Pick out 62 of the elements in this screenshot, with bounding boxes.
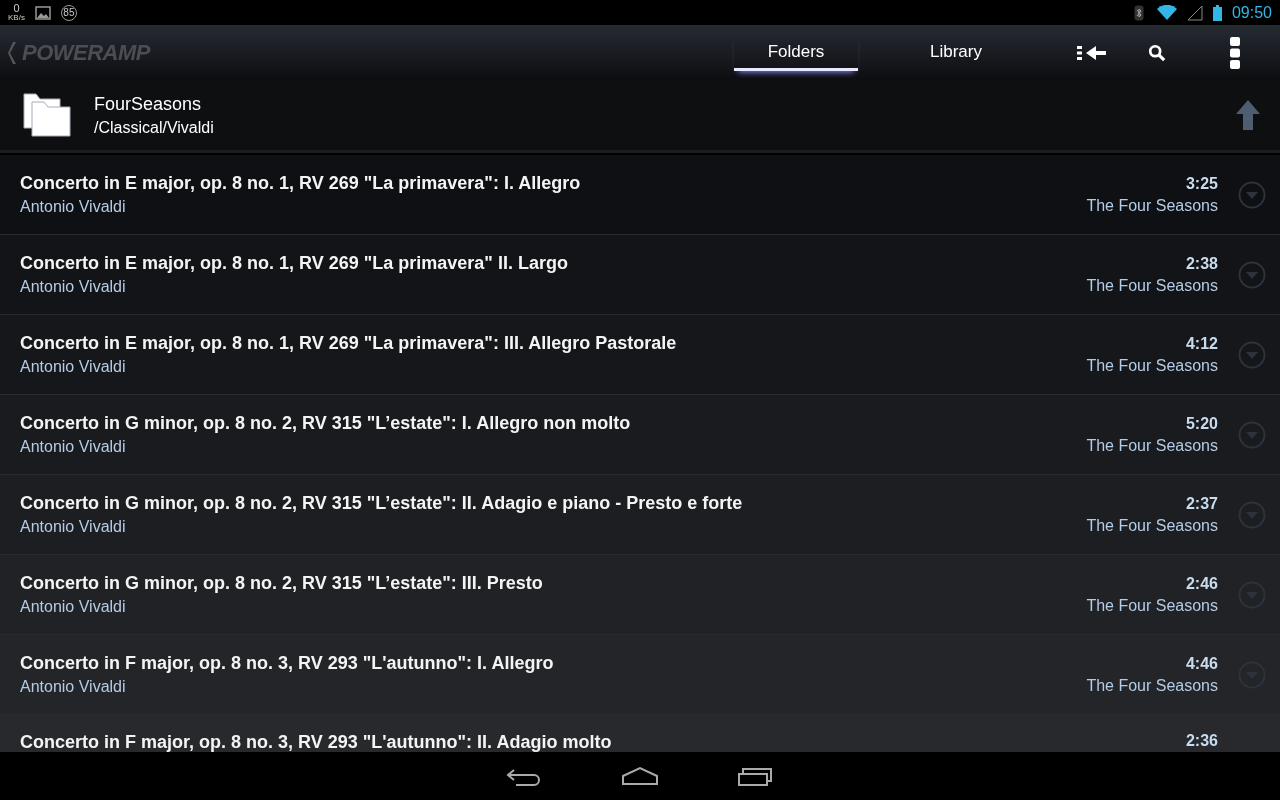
track-album: The Four Seasons — [1086, 356, 1218, 375]
track-row[interactable]: Concerto in F major, op. 8 no. 3, RV 293 "L'autunno": I. Allegro Antonio Vivaldi 4:46 The Four Seasons — [0, 635, 1280, 715]
track-title: Concerto in G minor, op. 8 no. 2, RV 315 "L’estate": II. Adagio e piano - Presto e forte — [20, 493, 744, 514]
wifi-icon — [1156, 4, 1177, 21]
track-duration: 2:36 — [1185, 732, 1218, 750]
track-row[interactable]: Concerto in G minor, op. 8 no. 2, RV 315 "L’estate": III. Presto Antonio Vivaldi 2:46 The Four Seasons — [0, 555, 1280, 635]
clock: 09:50 — [1231, 3, 1272, 22]
folder-stack-icon — [22, 92, 72, 138]
dropdown-circle-icon[interactable] — [1238, 340, 1266, 369]
track-duration: 2:38 — [1184, 254, 1218, 273]
track-artist: Antonio Vivaldi — [20, 198, 127, 216]
track-album: The Four Seasons — [1086, 676, 1218, 695]
folder-path: /Classical/Vivaldi — [94, 118, 215, 137]
track-artist: Antonio Vivaldi — [20, 278, 127, 296]
track-title: Concerto in E major, op. 8 no. 1, RV 269 "La primavera": I. Allegro — [20, 173, 582, 194]
search-icon[interactable] — [1148, 43, 1166, 62]
signal-icon — [1186, 4, 1203, 21]
dropdown-circle-icon[interactable] — [1238, 420, 1266, 449]
track-album: The Four Seasons — [1086, 276, 1218, 295]
track-row[interactable]: Concerto in G minor, op. 8 no. 2, RV 315 "L’estate": II. Adagio e piano - Presto e forte Antonio Vivaldi 2:37 The Four Seasons — [0, 475, 1280, 555]
battery-icon — [1212, 4, 1222, 21]
track-duration: 5:20 — [1184, 414, 1218, 433]
track-row[interactable]: Concerto in F major, op. 8 no. 3, RV 293 "L'autunno": II. Adagio molto 2:36 — [0, 715, 1280, 752]
track-duration: 3:25 — [1184, 174, 1218, 193]
track-row[interactable]: Concerto in E major, op. 8 no. 1, RV 269 "La primavera": I. Allegro Antonio Vivaldi 3:25 The Four Seasons — [0, 155, 1280, 235]
track-title: Concerto in G minor, op. 8 no. 2, RV 315 "L’estate": III. Presto — [20, 573, 544, 594]
track-title: Concerto in F major, op. 8 no. 3, RV 293 "L'autunno": I. Allegro — [20, 653, 555, 674]
recent-apps-icon[interactable] — [738, 766, 774, 786]
track-album: The Four Seasons — [1086, 596, 1218, 615]
net-speed-unit: KB/s — [8, 14, 25, 22]
track-artist: Antonio Vivaldi — [20, 598, 127, 616]
track-row[interactable]: Concerto in E major, op. 8 no. 1, RV 269 "La primavera" II. Largo Antonio Vivaldi 2:38 The Four Seasons — [0, 235, 1280, 315]
tab[interactable]: Library — [894, 34, 1018, 71]
net-speed-value: 0 — [13, 3, 20, 14]
track-artist: Antonio Vivaldi — [20, 358, 127, 376]
track-duration: 2:37 — [1184, 494, 1218, 513]
folder-name: FourSeasons — [94, 93, 203, 115]
back-icon[interactable] — [506, 766, 542, 786]
track-title: Concerto in G minor, op. 8 no. 2, RV 315 "L’estate": I. Allegro non molto — [20, 413, 632, 434]
dropdown-circle-icon[interactable] — [1238, 180, 1266, 209]
overflow-menu-icon[interactable] — [1230, 36, 1240, 69]
track-artist: Antonio Vivaldi — [20, 438, 127, 456]
track-album: The Four Seasons — [1086, 196, 1218, 215]
track-title: Concerto in E major, op. 8 no. 1, RV 269 "La primavera": III. Allegro Pastorale — [20, 333, 678, 354]
track-row[interactable]: Concerto in E major, op. 8 no. 1, RV 269 "La primavera": III. Allegro Pastorale Antonio Vivaldi 4:12 The Four Seasons — [0, 315, 1280, 395]
track-title: Concerto in F major, op. 8 no. 3, RV 293 "L'autunno": II. Adagio molto — [20, 732, 613, 752]
track-album: The Four Seasons — [1086, 436, 1218, 455]
track-title: Concerto in E major, op. 8 no. 1, RV 269 "La primavera" II. Largo — [20, 253, 569, 274]
track-duration: 4:46 — [1184, 654, 1218, 673]
image-icon — [34, 4, 51, 21]
track-artist: Antonio Vivaldi — [20, 678, 127, 696]
track-duration: 4:12 — [1184, 334, 1218, 353]
track-artist: Antonio Vivaldi — [20, 518, 127, 536]
dropdown-circle-icon[interactable] — [1238, 500, 1266, 529]
dropdown-circle-icon[interactable] — [1238, 260, 1266, 289]
track-album: The Four Seasons — [1086, 516, 1218, 535]
track-duration: 2:46 — [1184, 574, 1218, 593]
back-chevron-icon[interactable] — [8, 40, 18, 65]
tab[interactable]: Folders — [734, 34, 858, 71]
track-row[interactable]: Concerto in G minor, op. 8 no. 2, RV 315 "L’estate": I. Allegro non molto Antonio Vivaldi 5:20 The Four Seasons — [0, 395, 1280, 475]
home-icon[interactable] — [622, 766, 658, 786]
up-arrow-icon[interactable] — [1236, 100, 1260, 130]
